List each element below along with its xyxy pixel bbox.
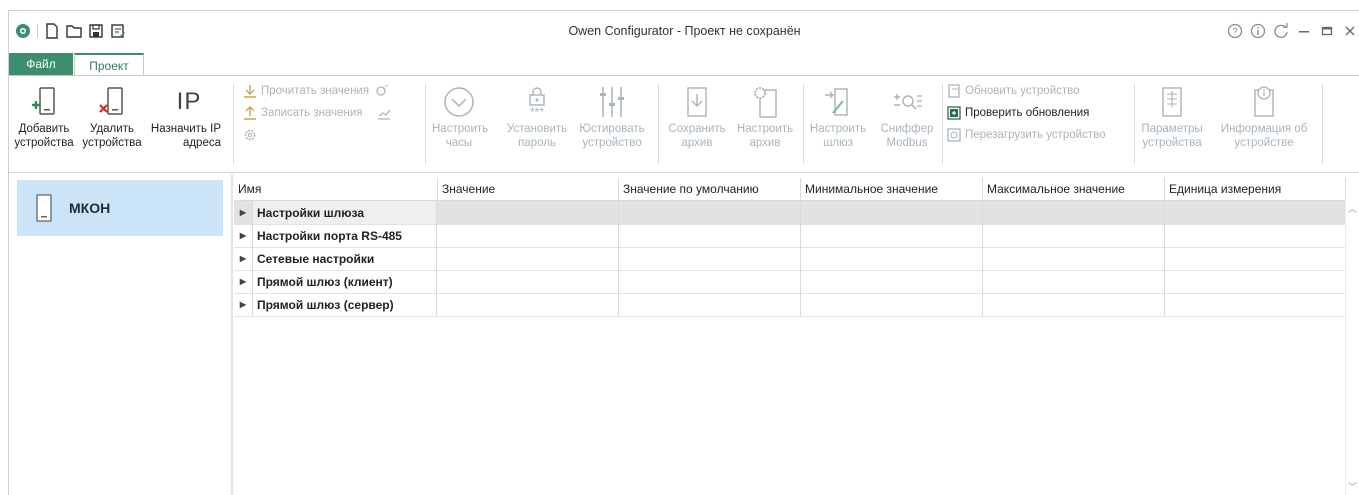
sniffer-button[interactable]: Сниффер Modbus <box>875 82 939 150</box>
row-name: Прямой шлюз (сервер) <box>252 293 436 316</box>
read-values-button[interactable]: Прочитать значения <box>243 84 393 98</box>
config-archive-button[interactable]: Настроить архив <box>731 82 799 150</box>
assign-ip-button[interactable]: IP Назначить IP адреса <box>149 82 229 150</box>
read-settings-icon <box>375 84 389 98</box>
table-header: Имя Значение Значение по умолчанию Миним… <box>234 178 1346 201</box>
column-header-default[interactable]: Значение по умолчанию <box>619 178 801 200</box>
column-header-name[interactable]: Имя <box>234 178 437 200</box>
svg-text:?: ? <box>1232 27 1237 37</box>
calibrate-button[interactable]: Юстировать устройство <box>575 82 649 150</box>
remove-device-button[interactable]: Удалить устройства <box>79 82 145 150</box>
add-device-button[interactable]: Добавить устройства <box>11 82 77 150</box>
device-info-button[interactable]: Информация об устройстве <box>1209 82 1319 150</box>
check-updates-icon <box>947 106 961 120</box>
expand-arrow-icon[interactable]: ▶ <box>234 254 252 263</box>
table-row[interactable]: ▶ Прямой шлюз (сервер) <box>234 293 1346 317</box>
update-device-icon <box>947 84 961 98</box>
column-header-min[interactable]: Минимальное значение <box>801 178 983 200</box>
remove-device-icon <box>79 82 145 122</box>
ribbon-separator <box>803 84 804 164</box>
title-bar: Owen Configurator - Проект не сохранён ? <box>9 11 1359 51</box>
update-icon[interactable] <box>1271 21 1291 41</box>
ribbon-separator <box>942 84 943 164</box>
save-archive-icon <box>663 82 731 122</box>
scroll-up-icon[interactable]: ︿ <box>1348 202 1357 215</box>
config-gateway-button[interactable]: Настроить шлюз <box>807 82 869 150</box>
close-icon[interactable] <box>1340 21 1359 41</box>
write-chart-icon <box>377 106 391 120</box>
sliders-icon <box>575 82 649 122</box>
save-archive-button[interactable]: Сохранить архив <box>663 82 731 150</box>
parameters-table: Имя Значение Значение по умолчанию Миним… <box>234 178 1359 495</box>
expand-arrow-icon[interactable]: ▶ <box>234 277 252 286</box>
table-row[interactable]: ▶ Настройки порта RS-485 <box>234 224 1346 248</box>
check-updates-button[interactable]: Проверить обновления <box>947 106 1089 120</box>
gear-icon <box>243 128 257 142</box>
reboot-device-button[interactable]: Перезагрузить устройство <box>947 128 1105 142</box>
sniffer-icon <box>875 82 939 122</box>
expand-arrow-icon[interactable]: ▶ <box>234 231 252 240</box>
reboot-icon <box>947 128 961 142</box>
device-item-mkon[interactable]: МКОН <box>17 180 223 236</box>
ip-icon: IP <box>176 88 202 115</box>
app-window: Owen Configurator - Проект не сохранён ? <box>8 10 1359 495</box>
expand-arrow-icon[interactable]: ▶ <box>234 300 252 309</box>
set-clock-button[interactable]: Настроить часы <box>432 82 488 150</box>
ribbon-separator <box>233 84 234 164</box>
ribbon-separator <box>1322 84 1323 164</box>
download-icon <box>243 84 257 98</box>
add-device-icon <box>11 82 77 122</box>
lock-icon: *** <box>502 82 572 122</box>
row-name: Прямой шлюз (клиент) <box>252 270 436 293</box>
table-row[interactable]: ▶ Настройки шлюза <box>234 201 1346 225</box>
expand-arrow-icon[interactable]: ▶ <box>234 208 252 217</box>
scroll-down-icon[interactable]: ﹀ <box>1348 480 1357 493</box>
device-list-panel: МКОН <box>9 178 231 495</box>
write-values-button[interactable]: Записать значения <box>243 106 395 120</box>
ribbon-separator <box>658 84 659 164</box>
config-archive-icon <box>731 82 799 122</box>
device-name: МКОН <box>69 200 111 216</box>
tab-project[interactable]: Проект <box>74 53 144 76</box>
vertical-scrollbar[interactable]: ︿ ﹀ <box>1345 200 1359 495</box>
row-name: Сетевые настройки <box>252 247 436 270</box>
tab-file[interactable]: Файл <box>9 53 73 75</box>
settings-button[interactable] <box>243 128 261 142</box>
column-header-max[interactable]: Максимальное значение <box>983 178 1165 200</box>
ribbon: Добавить устройства Удалить устройства I… <box>9 75 1359 173</box>
row-name: Настройки порта RS-485 <box>252 224 436 247</box>
minimize-icon[interactable] <box>1294 21 1314 41</box>
panel-splitter[interactable] <box>231 174 233 495</box>
upload-icon <box>243 106 257 120</box>
row-name: Настройки шлюза <box>252 201 436 224</box>
ribbon-separator <box>1134 84 1135 164</box>
ribbon-tabs: Файл Проект <box>9 53 144 76</box>
info-icon[interactable] <box>1248 21 1268 41</box>
window-controls: ? <box>1222 21 1359 41</box>
table-row[interactable]: ▶ Сетевые настройки <box>234 247 1346 271</box>
column-header-unit[interactable]: Единица измерения <box>1165 178 1346 200</box>
table-row[interactable]: ▶ Прямой шлюз (клиент) <box>234 270 1346 294</box>
device-info-icon <box>1209 82 1319 122</box>
update-device-button[interactable]: Обновить устройство <box>947 84 1080 98</box>
ribbon-separator <box>425 84 426 164</box>
window-title: Owen Configurator - Проект не сохранён <box>568 24 801 38</box>
clock-icon <box>432 82 486 122</box>
column-header-value[interactable]: Значение <box>437 178 619 200</box>
set-password-button[interactable]: *** Установить пароль <box>502 82 572 150</box>
device-params-button[interactable]: Параметры устройства <box>1137 82 1207 150</box>
device-params-icon <box>1137 82 1207 122</box>
gateway-icon <box>807 82 869 122</box>
device-icon <box>35 193 53 223</box>
help-icon[interactable]: ? <box>1225 21 1245 41</box>
maximize-icon[interactable] <box>1317 21 1337 41</box>
